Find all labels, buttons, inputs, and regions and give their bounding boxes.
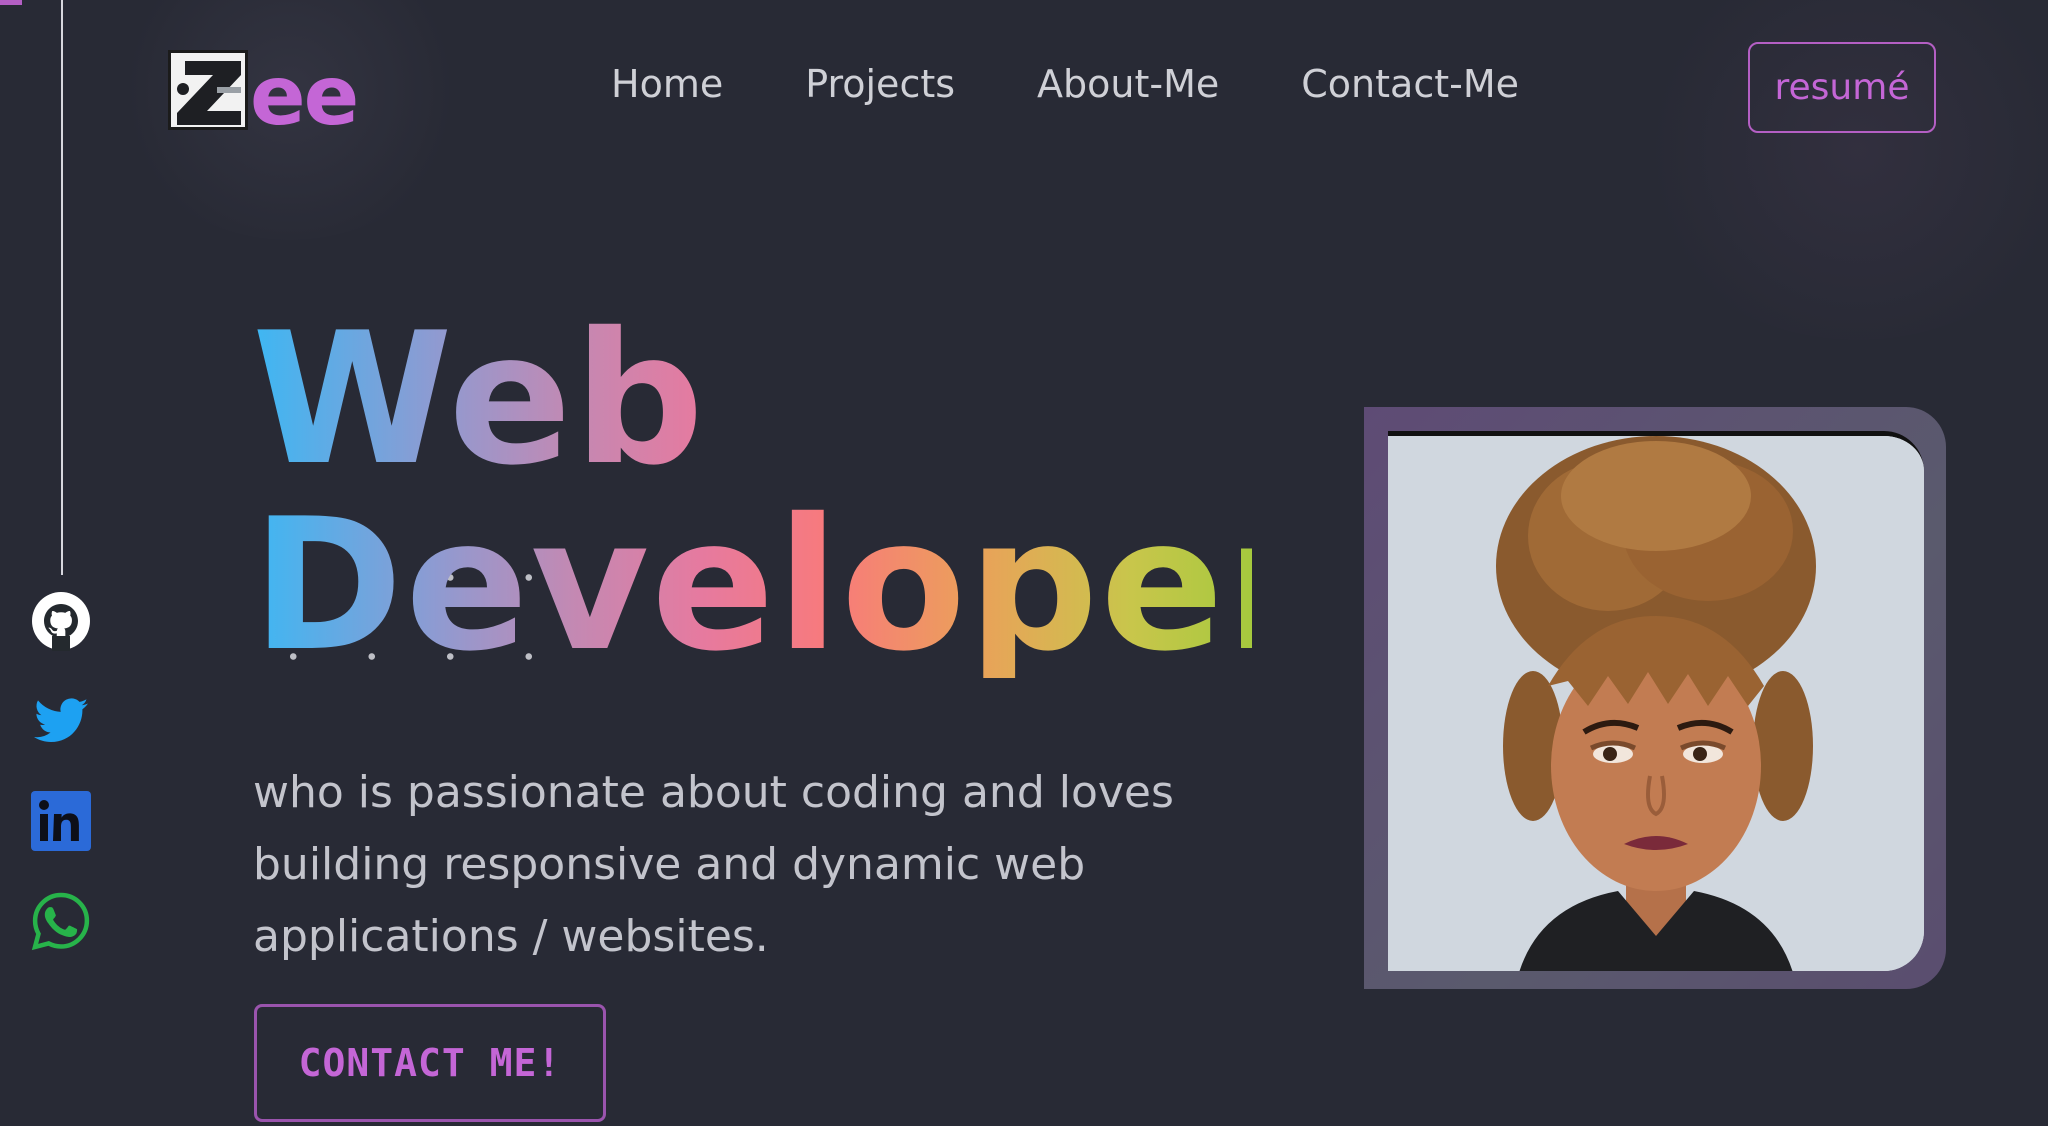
contact-me-button[interactable]: CONTACT ME!	[254, 1004, 606, 1122]
avatar	[1388, 431, 1924, 971]
github-icon[interactable]	[31, 591, 91, 652]
nav-projects[interactable]: Projects	[805, 62, 955, 106]
rail-line	[61, 0, 63, 575]
logo-mark	[168, 50, 248, 130]
hero-title: Web Developer	[252, 306, 1252, 678]
resume-button[interactable]: resumé	[1748, 42, 1936, 133]
hero-title-line1: Web	[252, 293, 706, 505]
linkedin-icon[interactable]	[31, 791, 91, 851]
avatar-frame	[1364, 407, 1946, 989]
whatsapp-icon[interactable]	[31, 891, 91, 951]
site-logo[interactable]: ee	[168, 48, 359, 144]
hero-description: who is passionate about coding and loves…	[253, 767, 1174, 962]
logo-text: ee	[250, 49, 359, 144]
social-rail	[0, 0, 130, 1126]
hero-title-line2: Developer	[252, 479, 1318, 691]
twitter-icon[interactable]	[31, 691, 91, 751]
main-nav: Home Projects About-Me Contact-Me	[611, 62, 1519, 106]
nav-home[interactable]: Home	[611, 62, 723, 106]
nav-about-me[interactable]: About-Me	[1037, 62, 1219, 106]
nav-contact-me[interactable]: Contact-Me	[1301, 62, 1519, 106]
